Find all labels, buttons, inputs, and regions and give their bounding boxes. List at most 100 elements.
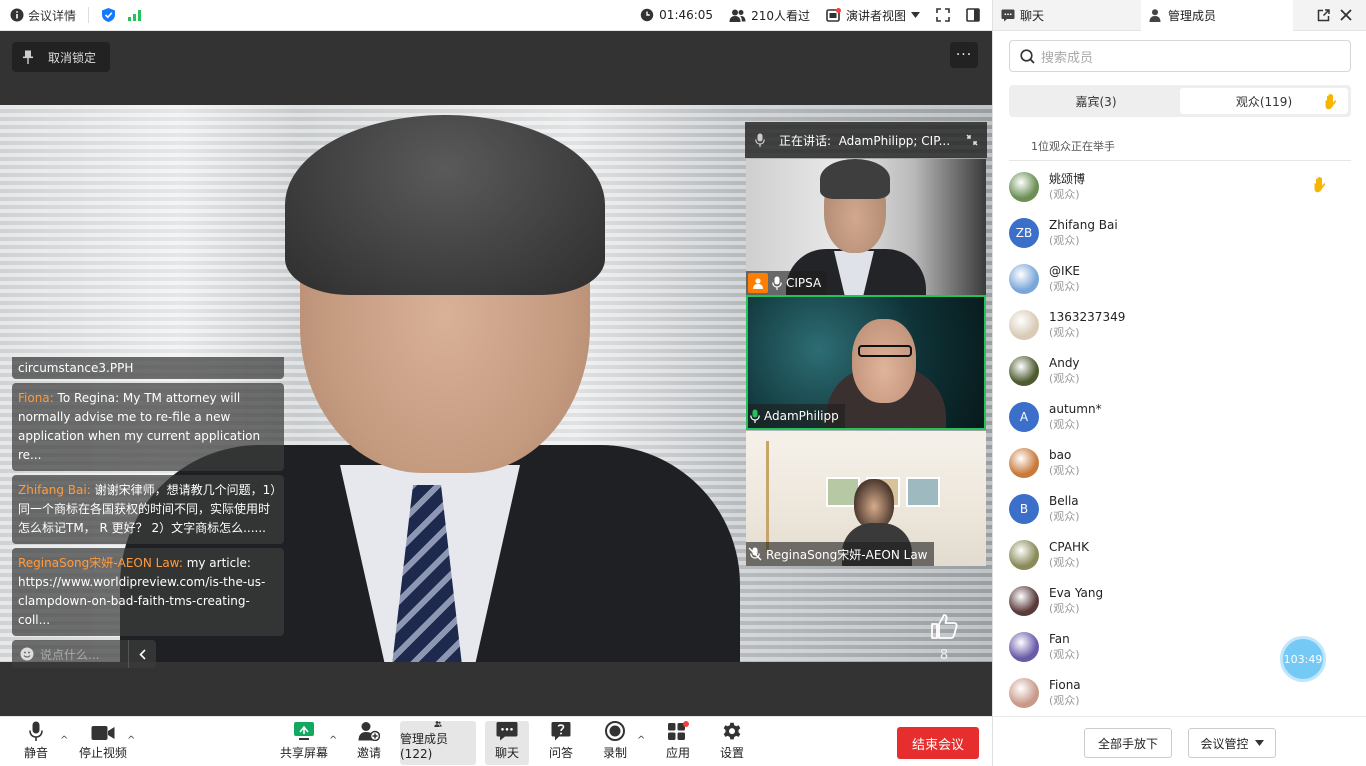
- sidebar-toggle-icon[interactable]: [966, 8, 980, 22]
- divider: [88, 7, 90, 23]
- popout-icon[interactable]: [1317, 8, 1330, 22]
- avatar: B: [1009, 494, 1039, 524]
- mute-options-caret[interactable]: ^: [60, 735, 68, 746]
- search-members-input[interactable]: 搜索成员: [1009, 40, 1351, 72]
- thumbnail-name: ReginaSong宋妍-AEON Law: [766, 547, 928, 562]
- member-role: (观众): [1049, 188, 1080, 201]
- end-meeting-button[interactable]: 结束会议: [897, 727, 979, 759]
- member-role: (观众): [1049, 602, 1080, 615]
- qa-button[interactable]: 问答: [546, 721, 576, 765]
- shield-check-icon[interactable]: [101, 7, 116, 23]
- manage-members-button[interactable]: 管理成员(122): [400, 721, 476, 765]
- chat-input[interactable]: 说点什么...: [12, 640, 128, 668]
- member-row[interactable]: CPAHK (观众): [1009, 532, 1351, 578]
- thumbnail-label: CIPSA: [746, 271, 828, 295]
- emoji-icon[interactable]: [20, 647, 34, 661]
- member-row[interactable]: B Bella (观众): [1009, 486, 1351, 532]
- invite-button[interactable]: 邀请: [354, 721, 384, 765]
- mic-icon: [755, 133, 765, 147]
- tab-members[interactable]: 管理成员: [1141, 0, 1293, 31]
- avatar: ZB: [1009, 218, 1039, 248]
- share-options-caret[interactable]: ^: [329, 735, 337, 746]
- top-bar: 会议详情 01:46:05 210人看过 演讲者视图: [0, 0, 992, 31]
- member-name: autumn*: [1049, 402, 1102, 416]
- mic-active-icon: [750, 409, 760, 423]
- member-name: Fan: [1049, 632, 1070, 646]
- tab-audience[interactable]: 观众(119): [1180, 88, 1348, 114]
- share-screen-button[interactable]: 共享屏幕: [280, 721, 328, 765]
- view-mode-dropdown[interactable]: 演讲者视图: [826, 7, 920, 24]
- tab-chat[interactable]: 聊天: [993, 0, 1141, 31]
- view-mode-label: 演讲者视图: [845, 8, 906, 23]
- meeting-control-dropdown[interactable]: 会议管控: [1188, 728, 1276, 758]
- caret-down-icon: [1254, 740, 1264, 746]
- participant-thumbnail[interactable]: CIPSA: [746, 159, 986, 295]
- viewers-count[interactable]: 210人看过: [729, 7, 810, 24]
- member-name: Bella: [1049, 494, 1079, 508]
- chat-input-row: 说点什么...: [12, 640, 284, 668]
- video-options-caret[interactable]: ^: [127, 735, 135, 746]
- more-options-button[interactable]: ···: [950, 42, 978, 68]
- mic-icon: [29, 721, 43, 741]
- participant-thumbnail-active[interactable]: AdamPhilipp: [746, 295, 986, 430]
- mute-button[interactable]: 静音: [18, 721, 54, 765]
- member-row[interactable]: Aautumn* (观众): [1009, 394, 1351, 440]
- settings-button[interactable]: 设置: [717, 721, 747, 765]
- sidebar-tabs: 聊天 管理成员: [993, 0, 1366, 31]
- member-name: bao: [1049, 448, 1072, 462]
- record-icon: [605, 721, 625, 741]
- caret-down-icon: [911, 12, 920, 18]
- like-button[interactable]: 8: [928, 613, 960, 663]
- member-name: Andy: [1049, 356, 1080, 370]
- search-placeholder: 搜索成员: [1041, 50, 1094, 66]
- avatar-initials: B: [1019, 502, 1029, 516]
- member-role: (观众): [1049, 234, 1080, 247]
- avatar: [1009, 356, 1039, 386]
- video-camera-icon: [91, 726, 115, 740]
- tab-guests[interactable]: 嘉宾(3): [1012, 88, 1180, 114]
- avatar: [1009, 540, 1039, 570]
- mic-icon: [772, 276, 782, 290]
- member-role: (观众): [1049, 694, 1080, 707]
- participant-thumbnail[interactable]: ReginaSong宋妍-AEON Law: [746, 431, 986, 566]
- avatar: [1009, 172, 1039, 202]
- chat-sender: Zhifang Bai:: [18, 483, 91, 497]
- member-row[interactable]: ZB Zhifang Bai (观众): [1009, 210, 1351, 256]
- member-row[interactable]: 姚颂博 (观众): [1009, 164, 1351, 210]
- unlock-pin-button[interactable]: 取消锁定: [12, 42, 111, 72]
- member-row[interactable]: Eva Yang (观众): [1009, 578, 1351, 624]
- signal-bars-icon[interactable]: [128, 9, 142, 21]
- chat-message: ReginaSong宋妍-AEON Law: my article: https…: [12, 548, 284, 636]
- meeting-info-button[interactable]: 会议详情: [10, 7, 76, 24]
- close-icon[interactable]: [1340, 9, 1352, 21]
- avatar: [1009, 678, 1039, 708]
- thumbnail-name: CIPSA: [786, 276, 822, 290]
- member-row[interactable]: 1363237349 (观众): [1009, 302, 1351, 348]
- apps-button[interactable]: 应用: [663, 721, 693, 765]
- collapse-chat-button[interactable]: [128, 640, 156, 668]
- chat-sender: Fiona:: [18, 391, 54, 405]
- chat-message: Zhifang Bai: 谢谢宋律师，想请教几个问题，1）同一个商标在各国获权的…: [12, 475, 284, 544]
- chat-button[interactable]: 聊天: [485, 721, 529, 765]
- member-name: Eva Yang: [1049, 586, 1104, 600]
- floating-timer[interactable]: 103:49: [1280, 636, 1326, 682]
- member-row[interactable]: Andy (观众): [1009, 348, 1351, 394]
- avatar-initials: A: [1019, 410, 1029, 424]
- record-options-caret[interactable]: ^: [637, 735, 645, 746]
- chat-icon: [1001, 9, 1015, 22]
- raised-hand-icon[interactable]: [1313, 176, 1329, 193]
- record-button[interactable]: 录制: [600, 721, 630, 765]
- collapse-thumbnails-icon[interactable]: [957, 134, 987, 146]
- fullscreen-icon[interactable]: [936, 8, 950, 22]
- chat-text: To Regina: My TM attorney will normally …: [18, 391, 261, 462]
- raised-hand-icon: [1324, 93, 1340, 110]
- chat-bubble-icon: [496, 722, 518, 741]
- avatar: [1009, 632, 1039, 662]
- stop-video-button[interactable]: 停止视频: [78, 721, 128, 765]
- member-row[interactable]: @IKE (观众): [1009, 256, 1351, 302]
- chat-overlay: circumstance3.PPH Fiona: To Regina: My T…: [12, 357, 284, 668]
- active-speaker-bar: 正在讲话: AdamPhilipp; CIP...: [745, 122, 987, 158]
- lower-all-hands-button[interactable]: 全部手放下: [1084, 728, 1172, 758]
- member-row[interactable]: bao (观众): [1009, 440, 1351, 486]
- member-name: 姚颂博: [1049, 172, 1086, 186]
